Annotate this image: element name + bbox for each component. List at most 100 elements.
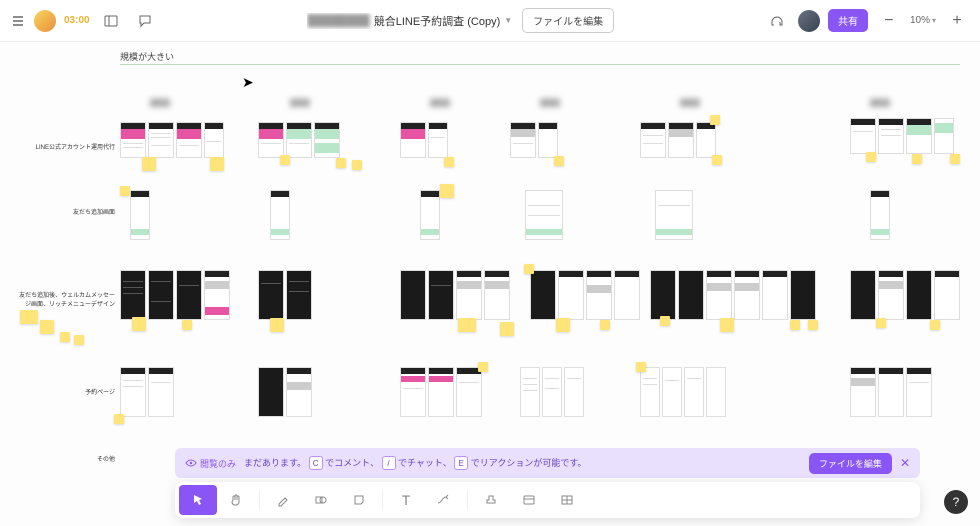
sticky-note[interactable] [280, 155, 290, 165]
title-text: 競合LINE予約調査 (Copy) [374, 13, 501, 29]
sticky-note[interactable] [720, 318, 734, 332]
thumb-group[interactable] [400, 270, 510, 320]
view-only-banner: 閲覧のみ まだあります。 C でコメント、 / でチャット、 E でリアクション… [175, 448, 920, 478]
thumb-group[interactable] [640, 122, 716, 158]
sticky-note[interactable] [500, 322, 514, 336]
close-icon[interactable]: ✕ [900, 456, 910, 470]
text-tool[interactable]: T [387, 485, 425, 515]
row-label: 予約ページ [15, 387, 115, 396]
sticky-note[interactable] [930, 320, 940, 330]
sticky-note[interactable] [444, 157, 454, 167]
document-title[interactable]: ████████ 競合LINE予約調査 (Copy) ▼ [307, 13, 512, 29]
sticky-note[interactable] [458, 318, 476, 332]
col-head: ████ [430, 100, 450, 107]
thumb-group[interactable] [870, 190, 890, 240]
table-tool[interactable] [548, 485, 586, 515]
sticky-note[interactable] [352, 160, 362, 170]
thumb-group[interactable] [640, 367, 726, 417]
sticky-note[interactable] [440, 184, 454, 198]
panels-icon[interactable] [98, 8, 124, 34]
zoom-level[interactable]: 10% ▾ [910, 15, 936, 26]
sticky-note[interactable] [182, 320, 192, 330]
thumb-group[interactable] [525, 190, 563, 240]
share-button[interactable]: 共有 [828, 9, 868, 32]
sticky-note[interactable] [478, 362, 488, 372]
sticky-note[interactable] [132, 317, 146, 331]
thumb-group[interactable] [530, 270, 640, 320]
row-label: LINE公式アカウント運用代行 [15, 142, 115, 151]
help-button[interactable]: ? [944, 490, 968, 514]
thumb-group[interactable] [650, 270, 816, 320]
user-avatar[interactable] [34, 10, 56, 32]
thumb-group[interactable] [120, 270, 230, 320]
main-menu-icon[interactable] [10, 13, 26, 29]
edit-file-button[interactable]: ファイルを編集 [522, 8, 614, 33]
connector-tool[interactable] [425, 485, 463, 515]
row-label: その他 [15, 454, 115, 463]
sticky-note[interactable] [210, 157, 224, 171]
thumb-group[interactable] [258, 122, 340, 158]
sticky-note[interactable] [790, 320, 800, 330]
pen-tool[interactable] [264, 485, 302, 515]
zoom-in-icon[interactable]: + [944, 8, 970, 34]
banner-message: まだあります。 C でコメント、 / でチャット、 E でリアクションが可能です… [244, 456, 801, 471]
banner-edit-button[interactable]: ファイルを編集 [809, 453, 892, 474]
thumb-group[interactable] [120, 367, 174, 417]
chevron-down-icon[interactable]: ▼ [504, 16, 512, 25]
zoom-out-icon[interactable]: − [876, 8, 902, 34]
thumb-group[interactable] [130, 190, 150, 240]
thumb-group[interactable] [520, 367, 584, 417]
sticky-note[interactable] [142, 157, 156, 171]
sticky-note[interactable] [120, 186, 130, 196]
headphones-icon[interactable] [764, 8, 790, 34]
sticky-note[interactable] [912, 154, 922, 164]
sticky-tool[interactable] [340, 485, 378, 515]
thumb-group[interactable] [400, 122, 448, 158]
sticky-note[interactable] [270, 318, 284, 332]
thumb-group[interactable] [850, 367, 932, 417]
sticky-note[interactable] [74, 335, 84, 345]
sticky-note[interactable] [866, 152, 876, 162]
thumb-group[interactable] [258, 270, 312, 320]
thumb-group[interactable] [258, 367, 312, 417]
sticky-note[interactable] [876, 318, 886, 328]
thumb-group[interactable] [655, 190, 693, 240]
sticky-note[interactable] [40, 320, 54, 334]
thumb-group[interactable] [850, 118, 954, 154]
sticky-note[interactable] [600, 320, 610, 330]
cursor-icon: ➤ [242, 74, 254, 91]
sticky-note[interactable] [636, 362, 646, 372]
stamp-tool[interactable] [472, 485, 510, 515]
section-heading: 規模が大きい [120, 50, 174, 63]
col-head: ████ [150, 100, 170, 107]
section-tool[interactable] [510, 485, 548, 515]
shapes-tool[interactable] [302, 485, 340, 515]
thumb-group[interactable] [510, 122, 558, 158]
thumb-group[interactable] [400, 367, 482, 417]
sticky-note[interactable] [20, 310, 38, 324]
thumb-group[interactable] [270, 190, 290, 240]
row-label: 友だち追加画面 [15, 207, 115, 216]
col-head: ████ [870, 100, 890, 107]
collaborator-avatar[interactable] [798, 10, 820, 32]
thumb-group[interactable] [850, 270, 960, 320]
sticky-note[interactable] [710, 115, 720, 125]
sticky-note[interactable] [808, 320, 818, 330]
col-head: ████ [540, 100, 560, 107]
hand-tool-icon[interactable] [217, 485, 255, 515]
thumb-group[interactable] [420, 190, 440, 240]
sticky-note[interactable] [556, 318, 570, 332]
canvas-area[interactable]: 規模が大きい ➤ ████ ████ ████ ████ ████ ████ L… [0, 42, 980, 526]
sticky-note[interactable] [554, 156, 564, 166]
comment-speech-icon[interactable] [132, 8, 158, 34]
sticky-note[interactable] [524, 264, 534, 274]
sticky-note[interactable] [114, 414, 124, 424]
sticky-note[interactable] [712, 155, 722, 165]
sticky-note[interactable] [336, 158, 346, 168]
pointer-tool[interactable] [179, 485, 217, 515]
col-head: ████ [680, 100, 700, 107]
sticky-note[interactable] [660, 316, 670, 326]
sticky-note[interactable] [950, 154, 960, 164]
sticky-note[interactable] [60, 332, 70, 342]
thumb-group[interactable] [120, 122, 224, 158]
